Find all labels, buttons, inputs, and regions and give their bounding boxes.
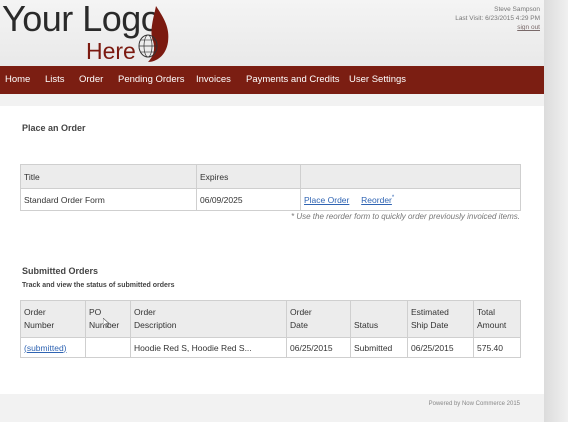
scrollbar-area[interactable] [544,0,568,422]
nav-order[interactable]: Order [79,74,103,85]
col-total-amount: Total Amount [473,300,521,338]
reorder-link[interactable]: Reorder [361,195,392,205]
mouse-cursor-icon [103,318,110,328]
last-visit: Last Visit: 6/23/2015 4:29 PM [455,15,540,22]
table-row: Standard Order Form 06/09/2025 Place Ord… [20,188,521,211]
col-estimated-ship-date: Estimated Ship Date [407,300,474,338]
reorder-note: * Use the reorder form to quickly order … [291,212,520,221]
nav-user-settings[interactable]: User Settings [349,74,406,85]
form-expires: 06/09/2025 [196,188,301,211]
col-actions [300,164,521,189]
asterisk: * [391,194,395,201]
order-date-cell: 06/25/2015 [286,337,351,358]
logo-subtext: Here [86,38,136,64]
order-number-cell: (submitted) [20,337,86,358]
ship-date-cell: 06/25/2015 [407,337,474,358]
col-order-date: Order Date [286,300,351,338]
nav-home[interactable]: Home [5,74,30,85]
nav-payments-and-credits[interactable]: Payments and Credits [246,74,339,85]
total-cell: 575.40 [473,337,521,358]
place-order-heading: Place an Order [22,123,86,133]
table-header-row: Title Expires [20,164,521,189]
sign-out-link[interactable]: sign out [455,23,540,32]
order-number-link[interactable]: (submitted) [24,343,67,353]
footer: Powered by Now Commerce 2015 [428,401,520,407]
nav-invoices[interactable]: Invoices [196,74,231,85]
user-name: Steve Sampson [494,6,540,13]
page: Your Logo Here Steve Sampson Last Visit:… [0,0,544,422]
description-cell: Hoodie Red S, Hoodie Red S... [130,337,287,358]
nav-lists[interactable]: Lists [45,74,65,85]
header: Your Logo Here Steve Sampson Last Visit:… [0,0,544,66]
form-actions: Place Order Reorder* [300,188,521,211]
status-cell: Submitted [350,337,408,358]
flame-logo-icon [138,6,169,62]
submitted-orders-heading: Submitted Orders [22,266,99,276]
submitted-orders-table: OrderNumber PONumber OrderDescription Or… [20,300,521,358]
main-content: Place an Order Title Expires Standard Or… [0,106,544,394]
col-expires: Expires [196,164,301,189]
place-order-link[interactable]: Place Order [304,195,349,205]
po-number-cell [85,337,131,358]
table-row: (submitted) Hoodie Red S, Hoodie Red S..… [20,337,521,358]
nav-pending-orders[interactable]: Pending Orders [118,74,185,85]
table-header-row: OrderNumber PONumber OrderDescription Or… [20,300,521,338]
order-forms-table: Title Expires Standard Order Form 06/09/… [20,164,521,211]
col-order-number: Order Number [20,300,86,338]
col-title: Title [20,164,197,189]
user-info: Steve Sampson Last Visit: 6/23/2015 4:29… [455,5,540,32]
main-nav: Home Lists Order Pending Orders Invoices… [0,66,544,94]
col-order-description: Order Description [130,300,287,338]
submitted-orders-subheading: Track and view the status of submitted o… [22,282,175,289]
form-title: Standard Order Form [20,188,197,211]
col-status: Status [350,300,408,338]
